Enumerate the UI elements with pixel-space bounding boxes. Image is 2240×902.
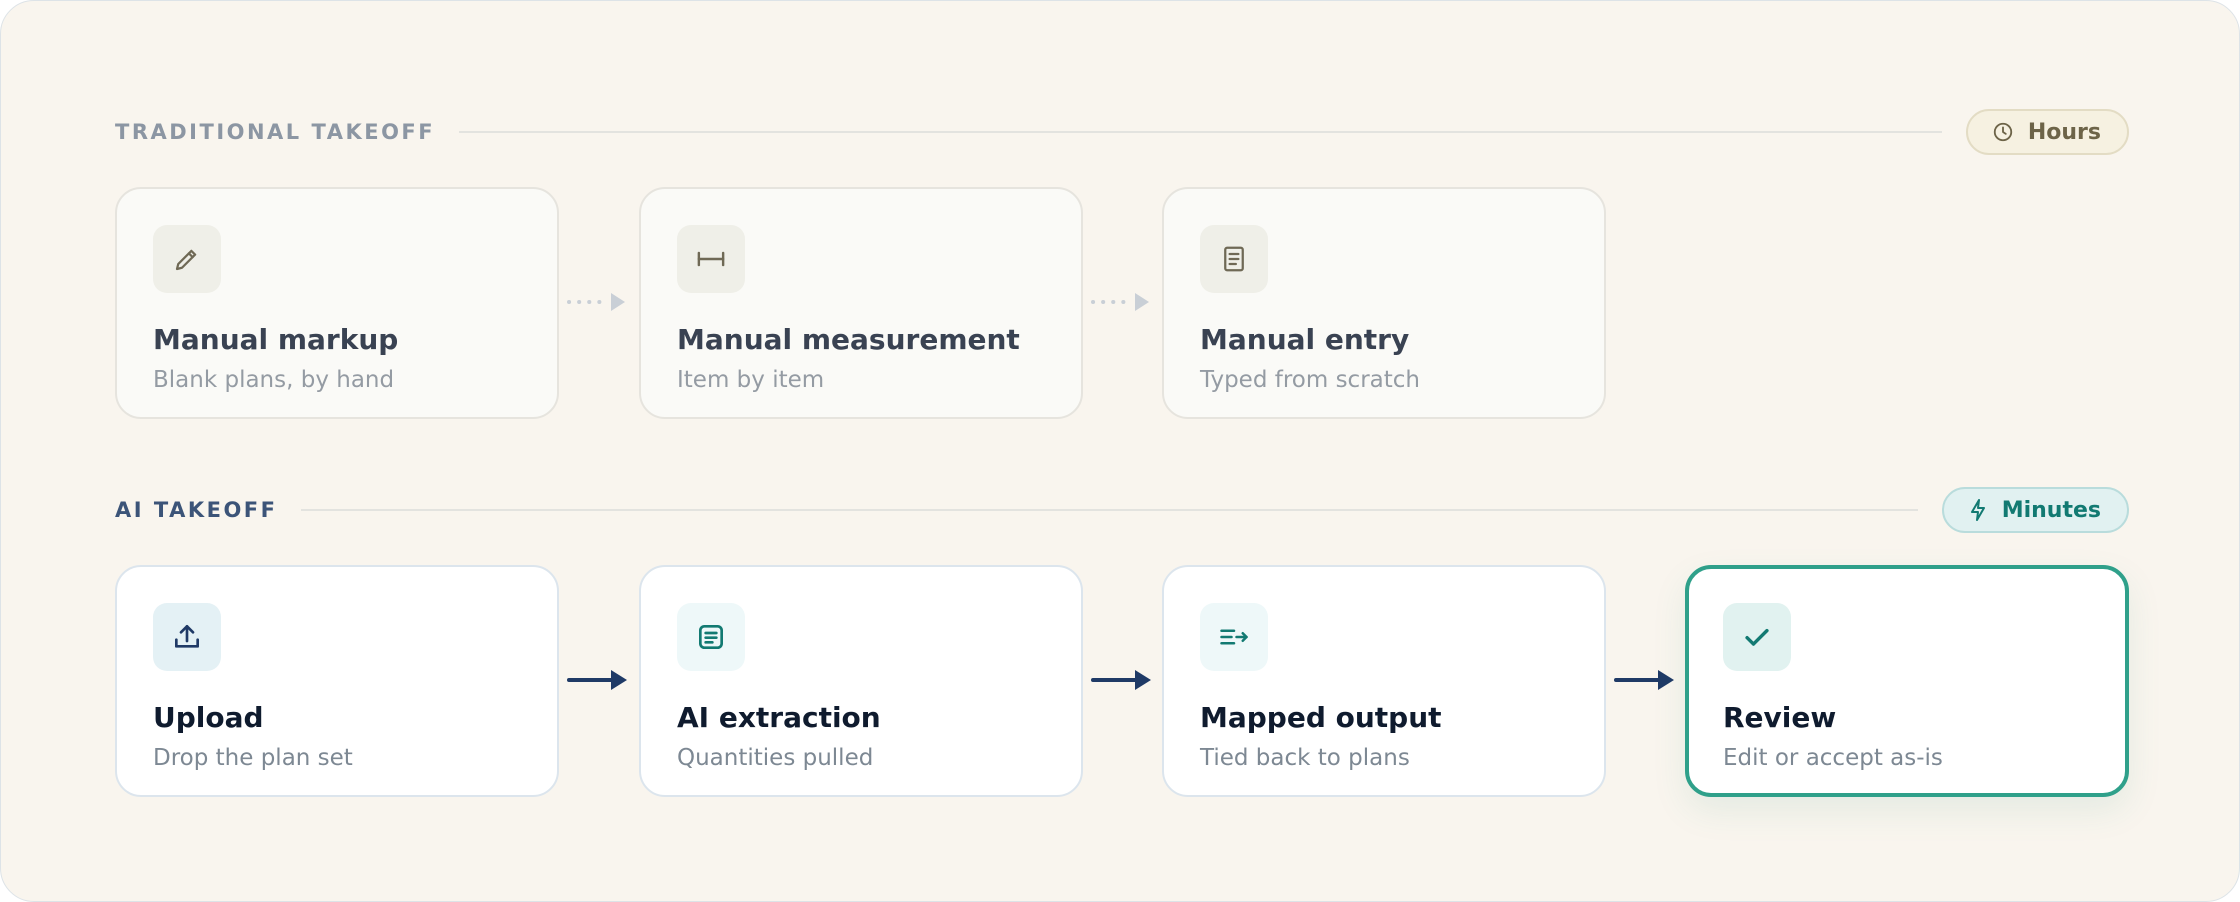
- icon-tile: [1200, 225, 1268, 293]
- dotted-arrow: [1091, 293, 1149, 311]
- document-lines-icon: [699, 625, 723, 649]
- step-card-review: Review Edit or accept as-is: [1685, 565, 2129, 797]
- upload-icon: [175, 625, 199, 648]
- step-title: AI extraction: [677, 701, 881, 734]
- step-card-manual-entry: Manual entry Typed from scratch: [1162, 187, 1606, 419]
- divider: [301, 509, 1918, 511]
- icon-tile: [677, 603, 745, 671]
- step-card-manual-measurement: Manual measurement Item by item: [639, 187, 1083, 419]
- section-title: TRADITIONAL TAKEOFF: [115, 120, 436, 144]
- step-subtitle: Typed from scratch: [1200, 367, 1420, 393]
- dotted-arrow: [567, 293, 625, 311]
- icon-tile: [1723, 603, 1791, 671]
- step-card-manual-markup: Manual markup Blank plans, by hand: [115, 187, 559, 419]
- badge-label: Hours: [2027, 119, 2101, 145]
- ai-takeoff-section: AI TAKEOFF Minutes Upload Drop the plan …: [115, 471, 2129, 797]
- clock-icon: [1993, 122, 2013, 142]
- solid-arrow: [567, 670, 627, 690]
- step-title: Upload: [153, 701, 264, 734]
- step-card-upload: Upload Drop the plan set: [115, 565, 559, 797]
- badge-label: Minutes: [2001, 497, 2101, 523]
- minutes-badge: Minutes: [1941, 487, 2129, 533]
- section-header: TRADITIONAL TAKEOFF Hours: [115, 93, 2129, 171]
- step-title: Manual entry: [1200, 323, 1410, 356]
- step-title: Review: [1723, 701, 1837, 734]
- ai-steps: Upload Drop the plan set AI extraction Q…: [115, 565, 2129, 797]
- step-subtitle: Drop the plan set: [153, 745, 353, 771]
- step-title: Manual markup: [153, 323, 399, 356]
- step-card-mapped-output: Mapped output Tied back to plans: [1162, 565, 1606, 797]
- list-arrow-icon: [1220, 629, 1248, 645]
- ruler-icon: [697, 251, 725, 267]
- lightning-icon: [1970, 499, 1985, 521]
- check-icon: [1745, 628, 1769, 646]
- section-header: AI TAKEOFF Minutes: [115, 471, 2129, 549]
- icon-tile: [1200, 603, 1268, 671]
- step-subtitle: Edit or accept as-is: [1723, 745, 1943, 771]
- step-subtitle: Item by item: [677, 367, 825, 393]
- step-title: Manual measurement: [677, 323, 1020, 356]
- step-subtitle: Quantities pulled: [677, 745, 874, 771]
- traditional-takeoff-section: TRADITIONAL TAKEOFF Hours Manual markup …: [115, 93, 2129, 419]
- icon-tile: [677, 225, 745, 293]
- step-title: Mapped output: [1200, 701, 1442, 734]
- section-title: AI TAKEOFF: [115, 498, 278, 522]
- icon-tile: [153, 225, 221, 293]
- document-icon: [1224, 246, 1244, 272]
- divider: [459, 131, 1942, 133]
- solid-arrow: [1614, 670, 1674, 690]
- icon-tile: [153, 603, 221, 671]
- step-subtitle: Blank plans, by hand: [153, 367, 395, 393]
- traditional-steps: Manual markup Blank plans, by hand Manua…: [115, 187, 2129, 419]
- step-subtitle: Tied back to plans: [1200, 745, 1410, 771]
- hours-badge: Hours: [1965, 109, 2129, 155]
- comparison-panel: TRADITIONAL TAKEOFF Hours Manual markup …: [0, 0, 2240, 902]
- step-card-ai-extraction: AI extraction Quantities pulled: [639, 565, 1083, 797]
- pencil-icon: [175, 249, 197, 271]
- solid-arrow: [1091, 670, 1151, 690]
